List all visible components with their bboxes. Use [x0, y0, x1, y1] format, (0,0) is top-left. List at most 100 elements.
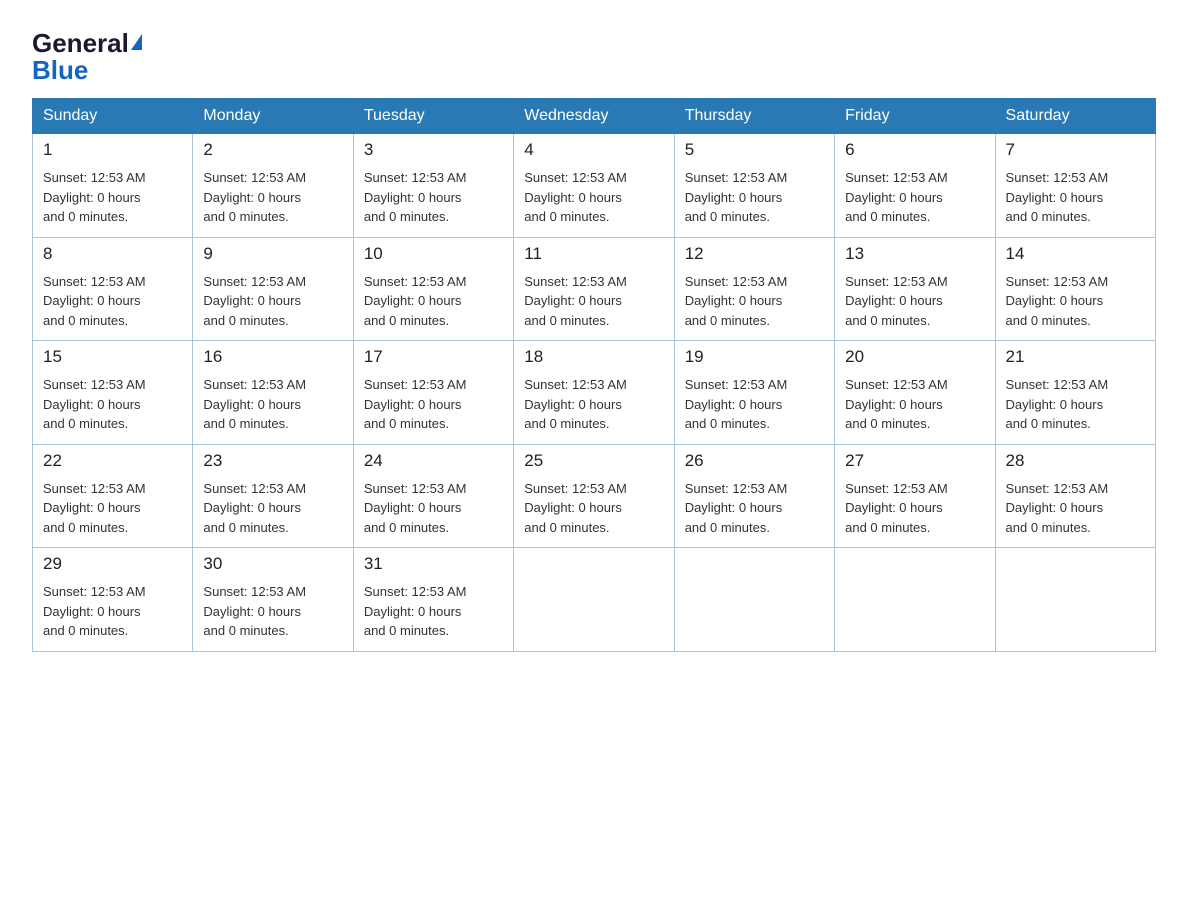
day-info: Sunset: 12:53 AM Daylight: 0 hours and 0…: [845, 479, 984, 538]
day-info: Sunset: 12:53 AM Daylight: 0 hours and 0…: [524, 479, 663, 538]
logo: General Blue: [32, 28, 142, 86]
col-header-saturday: Saturday: [995, 99, 1155, 134]
day-number: 18: [524, 347, 663, 367]
day-info: Sunset: 12:53 AM Daylight: 0 hours and 0…: [685, 479, 824, 538]
calendar-cell: 6 Sunset: 12:53 AM Daylight: 0 hours and …: [835, 134, 995, 238]
day-number: 27: [845, 451, 984, 471]
day-info: Sunset: 12:53 AM Daylight: 0 hours and 0…: [524, 272, 663, 331]
calendar-cell: 28 Sunset: 12:53 AM Daylight: 0 hours and…: [995, 444, 1155, 548]
calendar-cell: [674, 548, 834, 652]
calendar-week-row: 15 Sunset: 12:53 AM Daylight: 0 hours and…: [33, 341, 1156, 445]
day-info: Sunset: 12:53 AM Daylight: 0 hours and 0…: [43, 479, 182, 538]
day-number: 22: [43, 451, 182, 471]
day-info: Sunset: 12:53 AM Daylight: 0 hours and 0…: [43, 168, 182, 227]
day-number: 31: [364, 554, 503, 574]
day-number: 1: [43, 140, 182, 160]
day-number: 7: [1006, 140, 1145, 160]
calendar-cell: 11 Sunset: 12:53 AM Daylight: 0 hours and…: [514, 237, 674, 341]
calendar-cell: 30 Sunset: 12:53 AM Daylight: 0 hours and…: [193, 548, 353, 652]
day-number: 12: [685, 244, 824, 264]
day-number: 30: [203, 554, 342, 574]
day-info: Sunset: 12:53 AM Daylight: 0 hours and 0…: [524, 375, 663, 434]
day-info: Sunset: 12:53 AM Daylight: 0 hours and 0…: [203, 272, 342, 331]
day-info: Sunset: 12:53 AM Daylight: 0 hours and 0…: [685, 375, 824, 434]
day-number: 3: [364, 140, 503, 160]
day-info: Sunset: 12:53 AM Daylight: 0 hours and 0…: [364, 272, 503, 331]
day-info: Sunset: 12:53 AM Daylight: 0 hours and 0…: [203, 375, 342, 434]
day-info: Sunset: 12:53 AM Daylight: 0 hours and 0…: [43, 375, 182, 434]
day-info: Sunset: 12:53 AM Daylight: 0 hours and 0…: [1006, 272, 1145, 331]
calendar-cell: 20 Sunset: 12:53 AM Daylight: 0 hours and…: [835, 341, 995, 445]
calendar-cell: 5Sunset: 12:53 AM Daylight: 0 hours and …: [674, 134, 834, 238]
calendar-cell: 3Sunset: 12:53 AM Daylight: 0 hours and …: [353, 134, 513, 238]
col-header-sunday: Sunday: [33, 99, 193, 134]
calendar-table: SundayMondayTuesdayWednesdayThursdayFrid…: [32, 98, 1156, 652]
calendar-cell: 12 Sunset: 12:53 AM Daylight: 0 hours and…: [674, 237, 834, 341]
col-header-thursday: Thursday: [674, 99, 834, 134]
calendar-cell: 1 Sunset: 12:53 AM Daylight: 0 hours and …: [33, 134, 193, 238]
day-number: 11: [524, 244, 663, 264]
day-info: Sunset: 12:53 AM Daylight: 0 hours and 0…: [524, 168, 663, 227]
day-info: Sunset: 12:53 AM Daylight: 0 hours and 0…: [43, 582, 182, 641]
day-info: Sunset: 12:53 AM Daylight: 0 hours and 0…: [203, 582, 342, 641]
day-info: Sunset: 12:53 AM Daylight: 0 hours and 0…: [203, 479, 342, 538]
day-info: Sunset: 12:53 AM Daylight: 0 hours and 0…: [845, 168, 984, 227]
day-number: 24: [364, 451, 503, 471]
calendar-cell: 17Sunset: 12:53 AM Daylight: 0 hours and…: [353, 341, 513, 445]
day-number: 16: [203, 347, 342, 367]
calendar-cell: [835, 548, 995, 652]
day-info: Sunset: 12:53 AM Daylight: 0 hours and 0…: [845, 272, 984, 331]
day-number: 8: [43, 244, 182, 264]
calendar-week-row: 8 Sunset: 12:53 AM Daylight: 0 hours and …: [33, 237, 1156, 341]
logo-arrow-icon: [131, 34, 142, 50]
calendar-cell: 27 Sunset: 12:53 AM Daylight: 0 hours and…: [835, 444, 995, 548]
day-number: 20: [845, 347, 984, 367]
calendar-week-row: 1 Sunset: 12:53 AM Daylight: 0 hours and …: [33, 134, 1156, 238]
day-number: 6: [845, 140, 984, 160]
day-info: Sunset: 12:53 AM Daylight: 0 hours and 0…: [685, 272, 824, 331]
calendar-cell: 4 Sunset: 12:53 AM Daylight: 0 hours and …: [514, 134, 674, 238]
calendar-cell: 8Sunset: 12:53 AM Daylight: 0 hours and …: [33, 237, 193, 341]
col-header-friday: Friday: [835, 99, 995, 134]
calendar-cell: 10Sunset: 12:53 AM Daylight: 0 hours and…: [353, 237, 513, 341]
calendar-cell: 13 Sunset: 12:53 AM Daylight: 0 hours and…: [835, 237, 995, 341]
calendar-cell: 2Sunset: 12:53 AM Daylight: 0 hours and …: [193, 134, 353, 238]
day-number: 19: [685, 347, 824, 367]
col-header-monday: Monday: [193, 99, 353, 134]
calendar-cell: 29 Sunset: 12:53 AM Daylight: 0 hours and…: [33, 548, 193, 652]
day-number: 9: [203, 244, 342, 264]
col-header-wednesday: Wednesday: [514, 99, 674, 134]
calendar-cell: 19 Sunset: 12:53 AM Daylight: 0 hours and…: [674, 341, 834, 445]
day-info: Sunset: 12:53 AM Daylight: 0 hours and 0…: [1006, 168, 1145, 227]
day-number: 5: [685, 140, 824, 160]
day-info: Sunset: 12:53 AM Daylight: 0 hours and 0…: [845, 375, 984, 434]
calendar-cell: 25 Sunset: 12:53 AM Daylight: 0 hours and…: [514, 444, 674, 548]
day-number: 25: [524, 451, 663, 471]
day-number: 28: [1006, 451, 1145, 471]
calendar-cell: 31 Sunset: 12:53 AM Daylight: 0 hours and…: [353, 548, 513, 652]
page-header: General Blue: [32, 24, 1156, 86]
calendar-week-row: 22 Sunset: 12:53 AM Daylight: 0 hours and…: [33, 444, 1156, 548]
day-number: 17: [364, 347, 503, 367]
calendar-cell: [995, 548, 1155, 652]
calendar-cell: 15 Sunset: 12:53 AM Daylight: 0 hours and…: [33, 341, 193, 445]
day-number: 4: [524, 140, 663, 160]
day-info: Sunset: 12:53 AM Daylight: 0 hours and 0…: [364, 582, 503, 641]
day-number: 13: [845, 244, 984, 264]
calendar-cell: 9 Sunset: 12:53 AM Daylight: 0 hours and …: [193, 237, 353, 341]
day-number: 23: [203, 451, 342, 471]
calendar-cell: 16 Sunset: 12:53 AM Daylight: 0 hours and…: [193, 341, 353, 445]
day-number: 21: [1006, 347, 1145, 367]
calendar-cell: 26Sunset: 12:53 AM Daylight: 0 hours and…: [674, 444, 834, 548]
calendar-week-row: 29 Sunset: 12:53 AM Daylight: 0 hours and…: [33, 548, 1156, 652]
day-info: Sunset: 12:53 AM Daylight: 0 hours and 0…: [1006, 479, 1145, 538]
day-info: Sunset: 12:53 AM Daylight: 0 hours and 0…: [203, 168, 342, 227]
day-info: Sunset: 12:53 AM Daylight: 0 hours and 0…: [364, 479, 503, 538]
logo-blue-text: Blue: [32, 55, 88, 86]
calendar-cell: 18 Sunset: 12:53 AM Daylight: 0 hours and…: [514, 341, 674, 445]
day-number: 15: [43, 347, 182, 367]
day-info: Sunset: 12:53 AM Daylight: 0 hours and 0…: [1006, 375, 1145, 434]
calendar-header-row: SundayMondayTuesdayWednesdayThursdayFrid…: [33, 99, 1156, 134]
calendar-cell: [514, 548, 674, 652]
day-number: 29: [43, 554, 182, 574]
